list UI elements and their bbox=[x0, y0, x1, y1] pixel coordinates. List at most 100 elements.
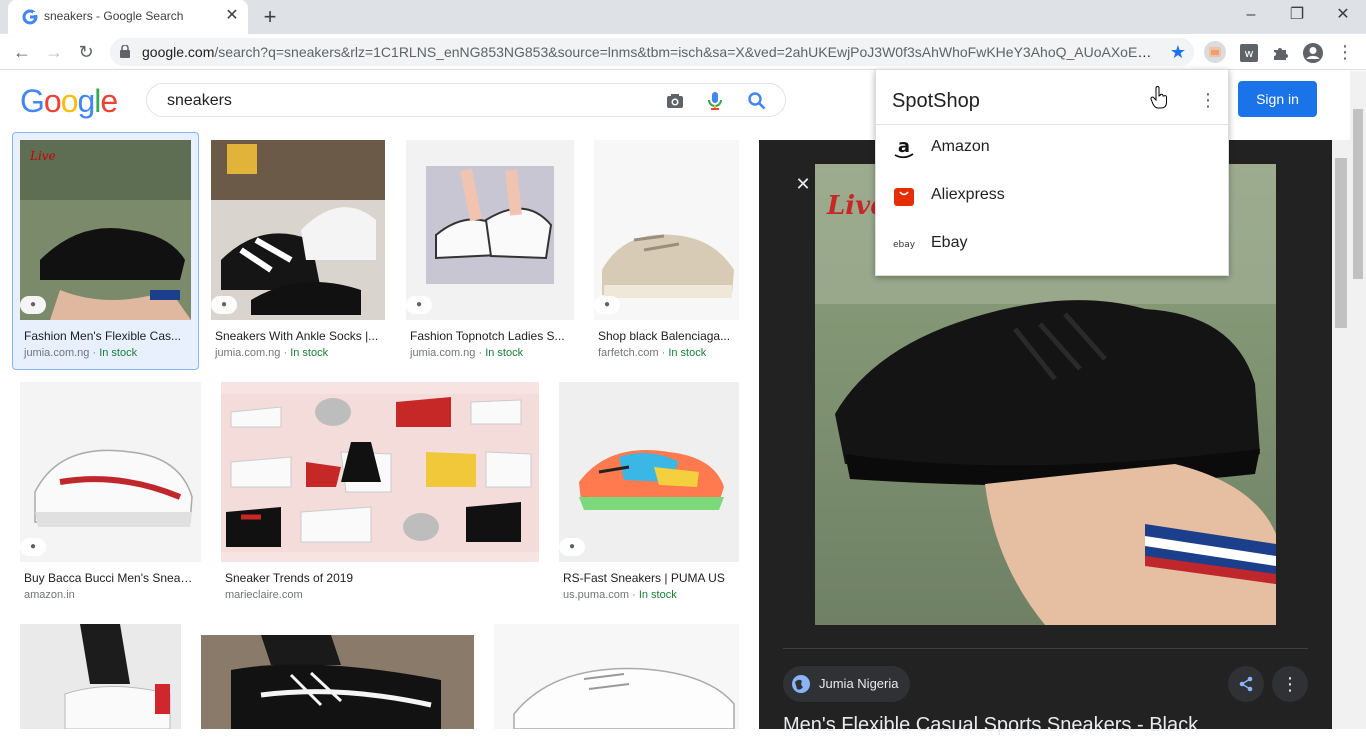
logo-letter: G bbox=[20, 83, 45, 119]
microphone-icon[interactable] bbox=[705, 90, 725, 112]
result-source: jumia.com.ng · In stock bbox=[215, 347, 329, 359]
svg-text:ebay: ebay bbox=[893, 240, 916, 250]
svg-text:w: w bbox=[1245, 47, 1254, 60]
logo-letter: o bbox=[43, 83, 62, 119]
result-thumbnail[interactable] bbox=[494, 624, 739, 729]
back-icon[interactable]: ← bbox=[10, 40, 34, 64]
tab-title: sneakers - Google Search bbox=[44, 9, 184, 23]
spotshop-extension-icon[interactable] bbox=[1204, 41, 1226, 63]
bookmark-star-icon[interactable]: ★ bbox=[1170, 42, 1186, 62]
browser-toolbar: ← → ↻ google.com/search?q=sneakers&rlz=1… bbox=[0, 34, 1366, 70]
stock-status: In stock bbox=[290, 347, 329, 359]
preview-source-chip[interactable]: Jumia Nigeria bbox=[783, 666, 911, 702]
result-title[interactable]: Shop black Balenciaga... bbox=[598, 329, 736, 343]
result-source: marieclaire.com bbox=[225, 589, 303, 601]
spotshop-title: SpotShop bbox=[892, 90, 980, 112]
lock-icon bbox=[120, 45, 130, 58]
result-title[interactable]: Fashion Topnotch Ladies S... bbox=[410, 329, 570, 343]
page-scrollbar[interactable] bbox=[1350, 71, 1366, 729]
spotshop-item-ebay[interactable]: ebay Ebay bbox=[876, 220, 1228, 268]
product-tag-icon: ● bbox=[594, 296, 620, 314]
preview-title[interactable]: Men's Flexible Casual Sports Sneakers - … bbox=[783, 714, 1303, 737]
spotshop-item-label: Aliexpress bbox=[931, 186, 1005, 203]
result-title[interactable]: Sneaker Trends of 2019 bbox=[225, 571, 525, 585]
reload-icon[interactable]: ↻ bbox=[74, 40, 98, 64]
stock-status: In stock bbox=[668, 347, 707, 359]
ebay-icon: ebay bbox=[893, 240, 916, 250]
preview-more-icon[interactable]: ⋮ bbox=[1272, 666, 1308, 702]
result-title[interactable]: Buy Bacca Bucci Men's Sneak... bbox=[24, 571, 196, 585]
preview-source-label: Jumia Nigeria bbox=[819, 676, 899, 691]
logo-letter: o bbox=[60, 83, 79, 119]
google-favicon-icon bbox=[22, 9, 38, 25]
result-source: amazon.in bbox=[24, 589, 75, 601]
tab-strip: sneakers - Google Search ✕ + – ❐ ✕ bbox=[0, 0, 1366, 34]
result-source: jumia.com.ng · In stock bbox=[24, 347, 138, 359]
window-close-icon[interactable]: ✕ bbox=[1328, 4, 1358, 26]
restore-icon[interactable]: ❐ bbox=[1282, 4, 1312, 26]
result-source-domain: jumia.com.ng bbox=[215, 347, 281, 359]
result-thumbnail[interactable] bbox=[221, 382, 539, 562]
result-source-domain: jumia.com.ng bbox=[410, 347, 476, 359]
url-path: /search?q=sneakers&rlz=1C1RLNS_enNG853NG… bbox=[214, 44, 1152, 60]
share-icon[interactable] bbox=[1228, 666, 1264, 702]
result-thumbnail[interactable] bbox=[201, 635, 474, 729]
hand-cursor-icon bbox=[1150, 86, 1167, 109]
svg-text:a: a bbox=[898, 136, 910, 157]
svg-text:Live: Live bbox=[29, 149, 56, 163]
camera-icon[interactable] bbox=[665, 91, 685, 111]
stock-status: In stock bbox=[638, 589, 677, 601]
spotshop-item-label: Amazon bbox=[931, 138, 990, 155]
amazon-icon: a bbox=[894, 136, 914, 159]
spotshop-menu-icon[interactable]: ⋮ bbox=[1198, 88, 1218, 112]
browser-tab[interactable]: sneakers - Google Search ✕ bbox=[8, 0, 248, 34]
minimize-icon[interactable]: – bbox=[1236, 4, 1266, 26]
result-source-domain: jumia.com.ng bbox=[24, 347, 90, 359]
page-scrollbar-thumb[interactable] bbox=[1353, 109, 1363, 279]
spotshop-item-label: Ebay bbox=[931, 234, 968, 251]
search-icon[interactable] bbox=[747, 91, 767, 111]
preview-scrollbar-thumb[interactable] bbox=[1335, 158, 1347, 328]
search-box[interactable]: sneakers bbox=[146, 83, 786, 117]
chrome-menu-icon[interactable]: ⋮ bbox=[1333, 40, 1357, 64]
result-thumbnail[interactable] bbox=[594, 140, 739, 320]
search-input[interactable]: sneakers bbox=[167, 92, 232, 110]
result-title[interactable]: Fashion Men's Flexible Cas... bbox=[24, 329, 184, 343]
w-extension-icon[interactable]: w bbox=[1238, 42, 1260, 64]
spotshop-popup: SpotShop ⋮ a Amazon Aliexpress ebay Ebay bbox=[875, 69, 1229, 276]
share-glyph bbox=[1239, 676, 1253, 692]
logo-letter: e bbox=[100, 83, 118, 119]
aliexpress-icon bbox=[894, 188, 914, 206]
result-thumbnail[interactable]: Live bbox=[20, 140, 191, 320]
product-tag-icon: ● bbox=[20, 296, 46, 314]
result-source-domain: us.puma.com bbox=[563, 589, 630, 601]
result-source: us.puma.com · In stock bbox=[563, 589, 677, 601]
profile-icon[interactable] bbox=[1302, 42, 1324, 64]
result-thumbnail[interactable] bbox=[20, 624, 181, 729]
result-thumbnail[interactable] bbox=[20, 382, 201, 562]
address-bar[interactable]: google.com/search?q=sneakers&rlz=1C1RLNS… bbox=[110, 38, 1194, 66]
tab-close-icon[interactable]: ✕ bbox=[224, 8, 240, 24]
result-source-domain: amazon.in bbox=[24, 589, 75, 601]
product-tag-icon: ● bbox=[559, 538, 585, 556]
sign-in-button[interactable]: Sign in bbox=[1238, 81, 1317, 117]
product-tag-icon: ● bbox=[211, 296, 237, 314]
spotshop-item-amazon[interactable]: a Amazon bbox=[876, 124, 1228, 172]
product-tag-icon: ● bbox=[20, 538, 46, 556]
new-tab-icon[interactable]: + bbox=[259, 6, 281, 28]
result-thumbnail[interactable] bbox=[406, 140, 574, 320]
result-source: jumia.com.ng · In stock bbox=[410, 347, 524, 359]
result-title[interactable]: RS-Fast Sneakers | PUMA US bbox=[563, 571, 733, 585]
result-title[interactable]: Sneakers With Ankle Socks |... bbox=[215, 329, 381, 343]
extensions-puzzle-icon[interactable] bbox=[1270, 42, 1292, 64]
logo-letter: g bbox=[77, 83, 95, 119]
spotshop-item-aliexpress[interactable]: Aliexpress bbox=[876, 172, 1228, 220]
product-tag-icon: ● bbox=[406, 296, 432, 314]
result-thumbnail[interactable] bbox=[211, 140, 385, 320]
result-thumbnail[interactable] bbox=[559, 382, 739, 562]
google-logo[interactable]: Google bbox=[20, 83, 118, 120]
forward-icon[interactable]: → bbox=[42, 40, 66, 64]
preview-scrollbar[interactable] bbox=[1332, 140, 1350, 729]
preview-close-icon[interactable]: ✕ bbox=[793, 174, 813, 194]
globe-icon bbox=[792, 675, 810, 693]
